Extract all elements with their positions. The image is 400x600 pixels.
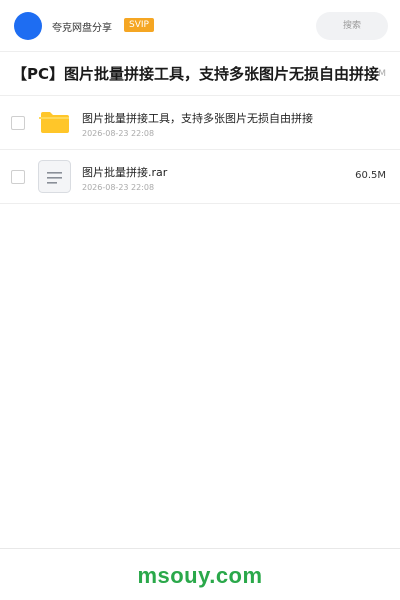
footer: msouy.com xyxy=(0,548,400,600)
list-item[interactable]: 图片批量拼接.rar 2026-08-23 22:08 60.5M xyxy=(0,150,400,204)
avatar[interactable] xyxy=(14,12,42,40)
user-name: 夸克网盘分享 xyxy=(52,23,112,34)
share-title-row: M 【PC】图片批量拼接工具，支持多张图片无损自由拼接 xyxy=(0,52,400,96)
folder-icon xyxy=(39,112,69,133)
header: 夸克网盘分享 SVIP 搜索 xyxy=(0,0,400,52)
page-title: 【PC】图片批量拼接工具，支持多张图片无损自由拼接 xyxy=(12,65,380,83)
file-date: 2026-08-23 22:08 xyxy=(82,183,155,192)
checkbox[interactable] xyxy=(11,170,25,184)
svip-badge: SVIP xyxy=(124,18,154,32)
search-button[interactable]: 搜索 xyxy=(316,12,388,40)
file-size: 60.5M xyxy=(355,170,386,181)
file-name: 图片批量拼接.rar xyxy=(82,166,168,179)
share-page: 夸克网盘分享 SVIP 搜索 M 【PC】图片批量拼接工具，支持多张图片无损自由… xyxy=(0,0,400,600)
file-name: 图片批量拼接工具，支持多张图片无损自由拼接 xyxy=(82,112,313,125)
archive-file-icon xyxy=(38,160,71,193)
site-link[interactable]: msouy.com xyxy=(0,563,400,589)
checkbox[interactable] xyxy=(11,116,25,130)
list-item[interactable]: 图片批量拼接工具，支持多张图片无损自由拼接 2026-08-23 22:08 xyxy=(0,96,400,150)
file-date: 2026-08-23 22:08 xyxy=(82,129,155,138)
title-size-indicator: M xyxy=(378,69,386,79)
